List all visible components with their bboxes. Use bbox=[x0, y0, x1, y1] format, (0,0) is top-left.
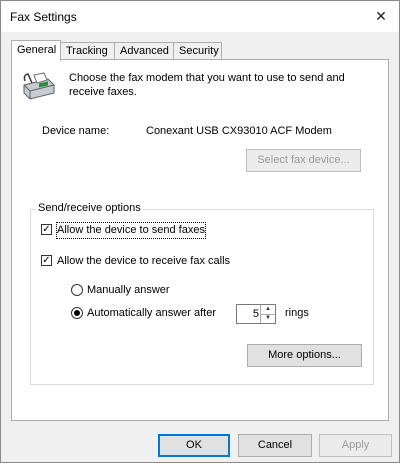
send-receive-legend: Send/receive options bbox=[36, 202, 143, 214]
allow-send-label: Allow the device to send faxes bbox=[56, 222, 206, 239]
fax-machine-icon bbox=[23, 72, 55, 100]
more-options-button[interactable]: More options... bbox=[247, 344, 362, 367]
rings-spinner[interactable]: 5 ▲ ▼ bbox=[236, 304, 276, 324]
tab-general[interactable]: General bbox=[11, 40, 61, 61]
checkbox-receive[interactable]: ✓ bbox=[41, 255, 52, 266]
checkbox-send[interactable]: ✓ bbox=[41, 224, 52, 235]
tab-tracking[interactable]: Tracking bbox=[60, 42, 115, 59]
tab-advanced[interactable]: Advanced bbox=[114, 42, 174, 59]
apply-button[interactable]: Apply bbox=[319, 434, 392, 457]
window-title: Fax Settings bbox=[10, 10, 77, 24]
radio-manual[interactable] bbox=[71, 284, 83, 296]
select-fax-device-button[interactable]: Select fax device... bbox=[246, 149, 361, 172]
spin-down-icon[interactable]: ▼ bbox=[260, 314, 275, 323]
title-bar: Fax Settings ✕ bbox=[1, 1, 399, 32]
radio-auto[interactable] bbox=[71, 307, 83, 319]
device-name-label: Device name: bbox=[42, 125, 110, 137]
general-tab-panel: Choose the fax modem that you want to us… bbox=[11, 59, 389, 421]
device-name-value: Conexant USB CX93010 ACF Modem bbox=[146, 125, 332, 137]
rings-label: rings bbox=[285, 307, 309, 319]
allow-receive-label: Allow the device to receive fax calls bbox=[57, 255, 231, 267]
close-icon: ✕ bbox=[375, 8, 387, 24]
automatically-answer-label: Automatically answer after bbox=[87, 307, 216, 319]
fax-settings-dialog: Fax Settings ✕ General Tracking Advanced… bbox=[0, 0, 400, 463]
rings-value[interactable]: 5 bbox=[253, 308, 259, 320]
close-button[interactable]: ✕ bbox=[363, 1, 399, 32]
intro-text: Choose the fax modem that you want to us… bbox=[69, 72, 345, 98]
tab-security[interactable]: Security bbox=[173, 42, 222, 59]
ok-button[interactable]: OK bbox=[158, 434, 230, 457]
cancel-button[interactable]: Cancel bbox=[238, 434, 312, 457]
manually-answer-label: Manually answer bbox=[87, 284, 170, 296]
